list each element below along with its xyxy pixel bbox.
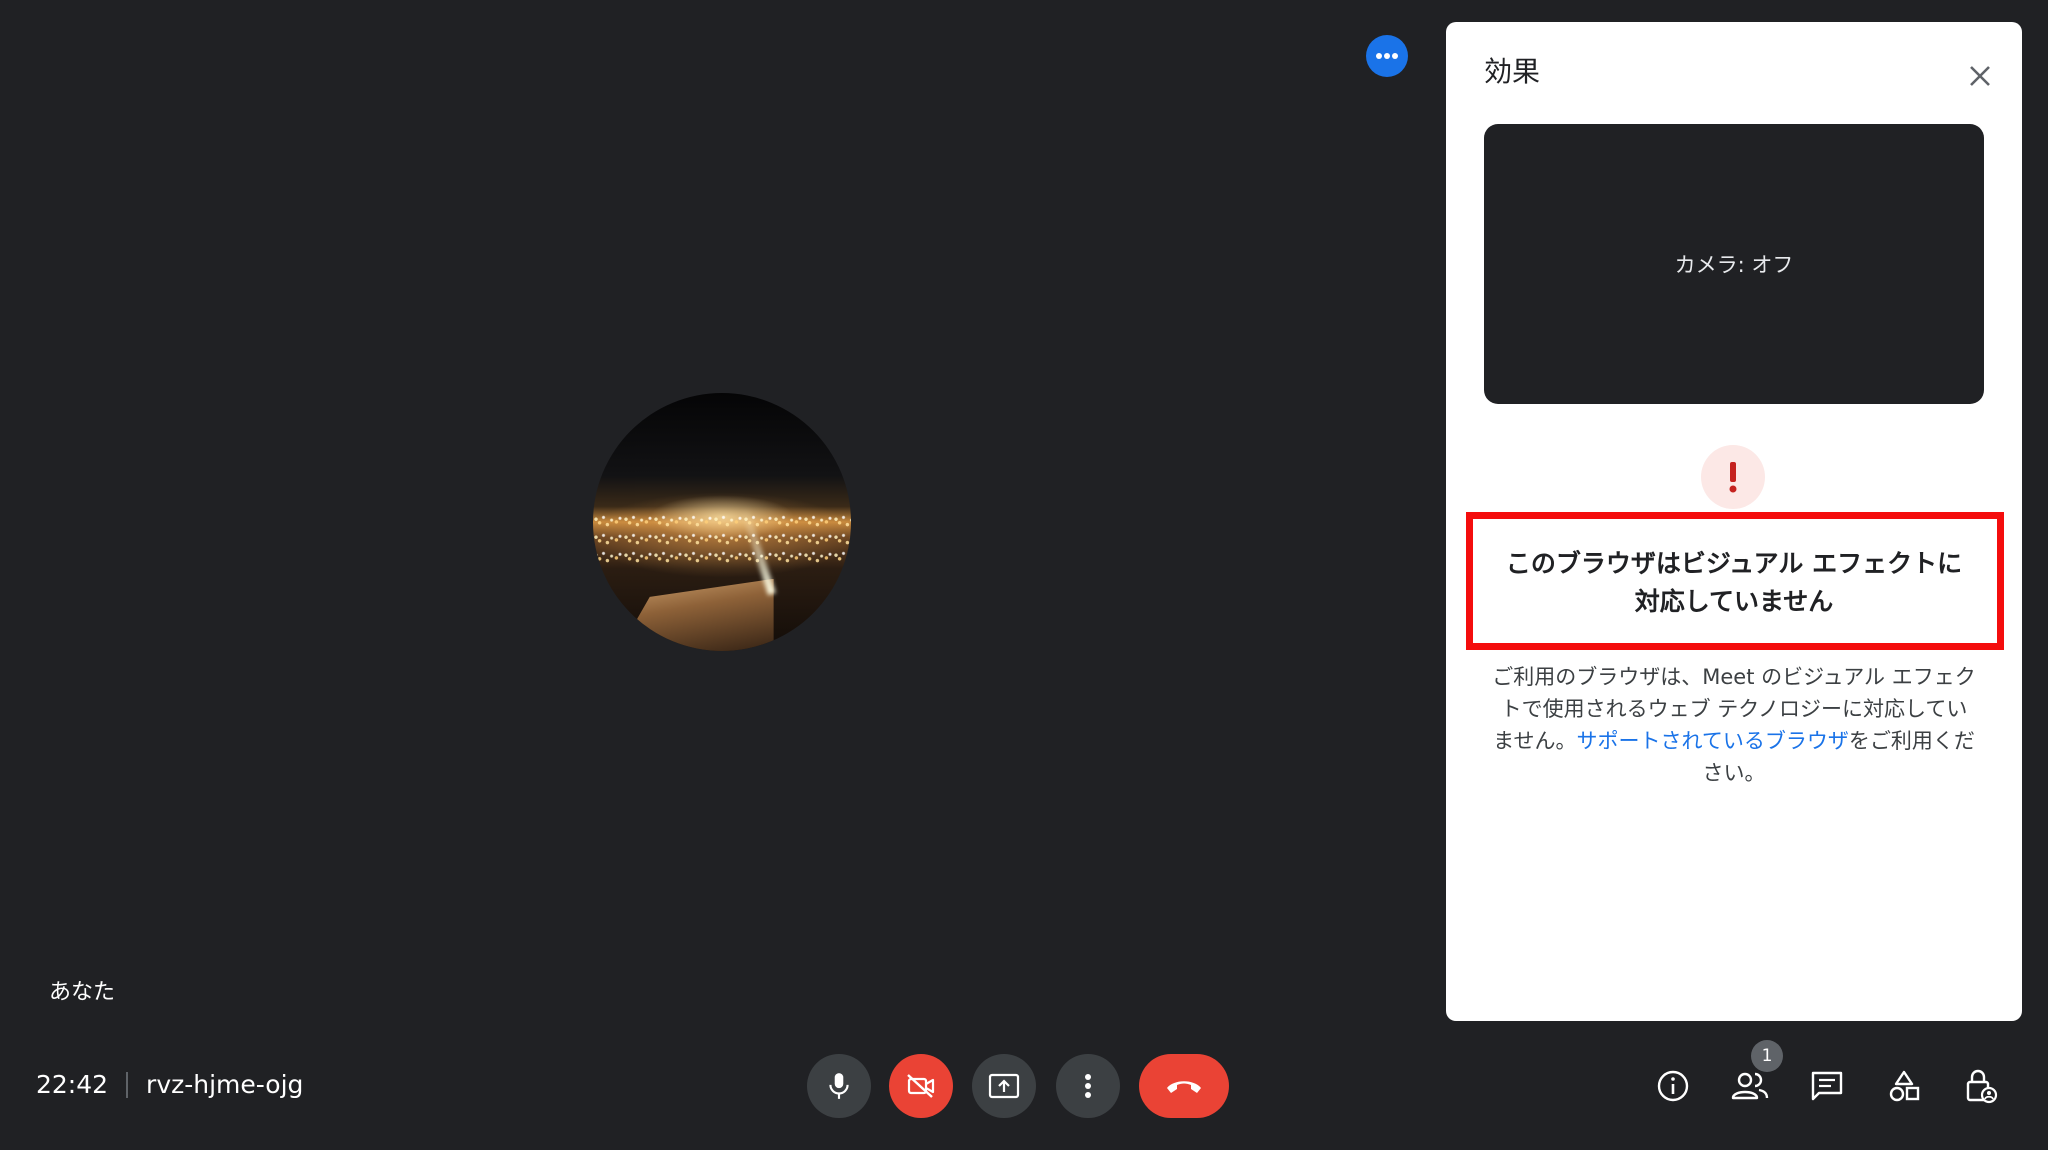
panel-title: 効果 xyxy=(1484,55,1541,88)
main-stage: あなた xyxy=(0,0,1446,1040)
warning-title-line2: 対応していません xyxy=(1634,587,1834,616)
host-controls-icon xyxy=(1966,1069,1998,1104)
camera-status-label: カメラ: オフ xyxy=(1674,253,1794,277)
host-controls-button[interactable] xyxy=(1957,1062,2005,1110)
more-options-button[interactable] xyxy=(1366,35,1408,77)
chat-icon xyxy=(1811,1071,1843,1101)
close-icon xyxy=(1970,66,1990,86)
participant-avatar xyxy=(593,393,851,651)
meeting-code: rvz-hjme-ojg xyxy=(146,1070,304,1099)
meeting-time: 22:42 xyxy=(36,1070,109,1099)
videocam-off-icon xyxy=(907,1074,935,1098)
people-count-badge: 1 xyxy=(1751,1040,1783,1072)
camera-toggle-button[interactable] xyxy=(889,1054,953,1118)
more-actions-button[interactable] xyxy=(1056,1054,1120,1118)
more-horiz-icon xyxy=(1376,53,1398,59)
self-name-label: あなた xyxy=(49,980,116,1005)
mic-button[interactable] xyxy=(807,1054,871,1118)
activities-icon xyxy=(1889,1070,1920,1102)
close-panel-button[interactable] xyxy=(1956,52,2004,100)
people-icon xyxy=(1731,1072,1769,1100)
effects-panel: 効果 カメラ: オフ このブラウザはビジュアル エフェクトに 対応していません … xyxy=(1446,22,2022,1021)
call-end-icon xyxy=(1167,1081,1201,1093)
bottom-bar: 22:42 rvz-hjme-ojg 1 xyxy=(0,1040,2048,1150)
info-icon xyxy=(1657,1070,1689,1102)
present-to-all-icon xyxy=(988,1073,1020,1099)
warning-icon xyxy=(1701,445,1765,509)
mic-icon xyxy=(829,1073,849,1099)
meeting-info-divider xyxy=(126,1071,129,1098)
more-vert-icon xyxy=(1085,1074,1091,1098)
warning-title: このブラウザはビジュアル エフェクトに 対応していません xyxy=(1484,545,1984,621)
meeting-info: 22:42 rvz-hjme-ojg xyxy=(36,1070,303,1099)
camera-preview: カメラ: オフ xyxy=(1484,124,1984,404)
meeting-details-button[interactable] xyxy=(1649,1062,1697,1110)
chat-button[interactable] xyxy=(1803,1062,1851,1110)
warning-title-line1: このブラウザはビジュアル エフェクトに xyxy=(1505,549,1963,578)
warning-description: ご利用のブラウザは、Meet のビジュアル エフェクトで使用されるウェブ テクノ… xyxy=(1492,661,1976,789)
present-button[interactable] xyxy=(972,1054,1036,1118)
activities-button[interactable] xyxy=(1880,1062,1928,1110)
supported-browsers-link[interactable]: サポートされているブラウザ xyxy=(1577,729,1849,753)
leave-call-button[interactable] xyxy=(1139,1054,1229,1118)
